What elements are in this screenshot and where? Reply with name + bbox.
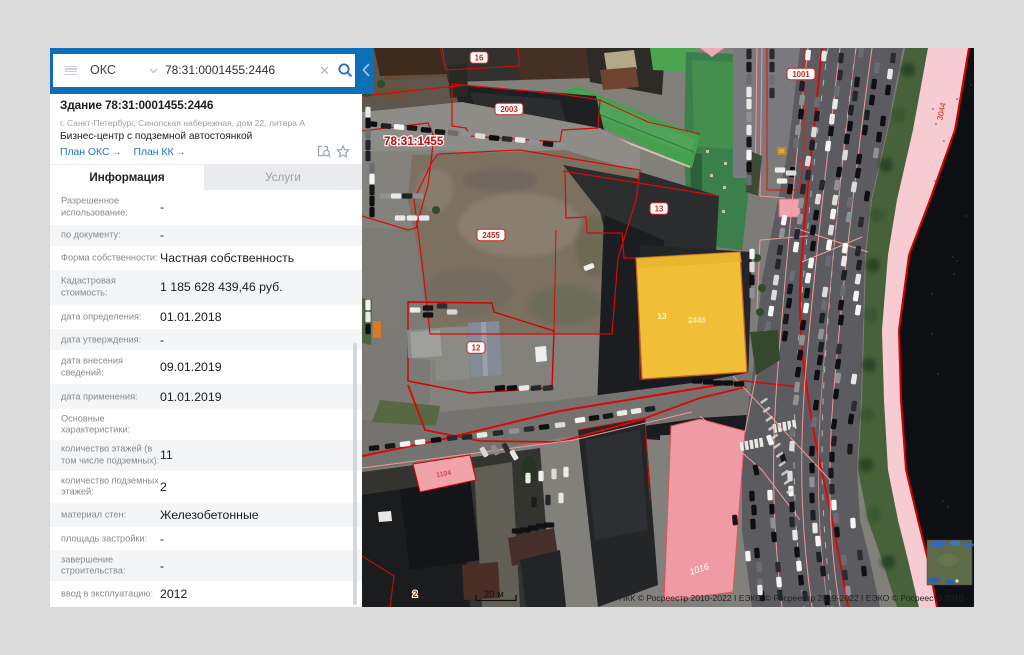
svg-text:2003: 2003 [500, 105, 518, 114]
svg-text:1001: 1001 [792, 70, 810, 79]
svg-text:20 м: 20 м [484, 589, 504, 600]
svg-text:2: 2 [412, 589, 417, 599]
svg-text:16: 16 [475, 54, 484, 63]
svg-text:ПКК © Росреестр 2010-2022 I ЕЭ: ПКК © Росреестр 2010-2022 I ЕЭКО © Росре… [619, 593, 964, 603]
svg-text:2455: 2455 [482, 231, 500, 240]
svg-text:13: 13 [655, 205, 664, 214]
svg-text:13: 13 [657, 311, 667, 321]
svg-text:78:31:1455: 78:31:1455 [384, 135, 444, 148]
svg-text:12: 12 [472, 344, 481, 353]
svg-text:2446: 2446 [688, 316, 706, 325]
